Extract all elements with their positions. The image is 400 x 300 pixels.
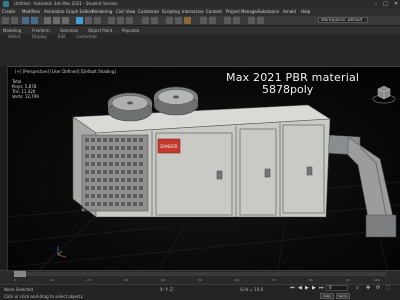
- rendered-frame-window-icon[interactable]: [248, 17, 255, 24]
- material-editor-icon[interactable]: [166, 17, 173, 24]
- move-icon[interactable]: [76, 17, 83, 24]
- menu-modifiers[interactable]: Modifiers: [22, 9, 40, 14]
- coordinate-display[interactable]: X: Y: Z:: [160, 287, 174, 292]
- set-key-button[interactable]: Set K.: [336, 293, 350, 299]
- menu-create[interactable]: Create: [2, 9, 15, 14]
- next-frame-button[interactable]: ▶: [312, 285, 316, 291]
- door-handle: [216, 170, 223, 180]
- orbit-icon[interactable]: ⟳: [376, 285, 380, 291]
- timeline-tick: 30: [124, 278, 128, 282]
- curve-editor-icon[interactable]: [200, 17, 207, 24]
- selection-region-icon[interactable]: [62, 17, 69, 24]
- schematic-view-icon[interactable]: [209, 17, 216, 24]
- perspective-viewport[interactable]: DANGER [+] [Perspective] [User Defined] …: [8, 66, 400, 270]
- menu-scripting[interactable]: Scripting: [162, 9, 180, 14]
- percent-snap-icon[interactable]: [126, 17, 133, 24]
- prompt-line: Click or click-and-drag to select object…: [4, 294, 83, 299]
- timeline-tick: 70: [272, 278, 276, 282]
- minimize-button[interactable]: –: [375, 1, 378, 7]
- timeline-tick: 50: [198, 278, 202, 282]
- selection-status: None Selected: [4, 287, 34, 292]
- warning-sign-text: DANGER: [160, 144, 177, 149]
- fan-left: [107, 92, 153, 122]
- close-button[interactable]: ✕: [394, 1, 398, 7]
- scene-explorer-icon[interactable]: [224, 17, 231, 24]
- link-icon[interactable]: [22, 17, 29, 24]
- mirror-icon[interactable]: [142, 17, 149, 24]
- ribbon-tab-modeling[interactable]: Modeling: [3, 28, 21, 33]
- timeline-tick: 0: [14, 278, 16, 282]
- angle-snap-icon[interactable]: [117, 17, 124, 24]
- pan-icon[interactable]: ✥: [366, 285, 370, 291]
- overlay-polycount: 5878poly: [262, 83, 314, 96]
- window-title: Untitled - Autodesk 3ds Max 2021 - Stude…: [14, 1, 118, 6]
- render-setup-icon[interactable]: [175, 17, 182, 24]
- render-icon[interactable]: [184, 17, 191, 24]
- timeline-tick: 40: [161, 278, 165, 282]
- menu-rendering[interactable]: Rendering: [92, 9, 112, 14]
- workspace-dropdown[interactable]: Workspaces: Default: [318, 17, 368, 23]
- menu-civil-view[interactable]: Civil View: [116, 9, 135, 14]
- maximize-viewport-icon[interactable]: ⛶: [386, 285, 390, 291]
- grid-size: Grid = 10.0: [240, 287, 264, 292]
- menu-project-manager[interactable]: Project Manager: [226, 9, 259, 14]
- timeline-tick: 10: [50, 278, 54, 282]
- unlink-icon[interactable]: [31, 17, 38, 24]
- window-controls: – □ ✕: [375, 1, 398, 7]
- goto-start-button[interactable]: ⏮: [290, 285, 295, 291]
- layer-explorer-icon[interactable]: [233, 17, 240, 24]
- scene-render: DANGER: [8, 86, 400, 270]
- viewport-label[interactable]: [+] [Perspective] [User Defined] [Defaul…: [15, 69, 116, 74]
- auto-key-button[interactable]: Auto: [320, 293, 334, 299]
- menu-animation[interactable]: Animation: [44, 9, 64, 14]
- statistics-overlay: Total Polys: 5,878 Tris: 11,426 Verts: 1…: [12, 79, 39, 99]
- command-panel-area: [0, 40, 400, 66]
- menu-help[interactable]: Help: [301, 9, 310, 14]
- ribbon-tab-object-paint[interactable]: Object Paint: [88, 28, 112, 33]
- snap-toggle-icon[interactable]: [108, 17, 115, 24]
- scale-icon[interactable]: [94, 17, 101, 24]
- select-by-name-icon[interactable]: [53, 17, 60, 24]
- title-bar: Untitled - Autodesk 3ds Max 2021 - Stude…: [0, 0, 400, 8]
- menu-content[interactable]: Content: [206, 9, 222, 14]
- menu-bar: Create Modifiers Animation Graph Editors…: [0, 8, 400, 16]
- timeline-tick: 80: [309, 278, 313, 282]
- door-handle: [264, 168, 271, 178]
- menu-substance[interactable]: Substance: [258, 9, 279, 14]
- door-handle: [306, 166, 313, 176]
- undo-icon[interactable]: [2, 17, 9, 24]
- align-icon[interactable]: [151, 17, 158, 24]
- goto-end-button[interactable]: ⏭: [319, 285, 324, 291]
- stats-verts: Verts: 12,709: [12, 94, 39, 99]
- maximize-button[interactable]: □: [383, 1, 388, 7]
- timeline-tick: 20: [87, 278, 91, 282]
- timeline-tick: 90: [346, 278, 350, 282]
- zoom-icon[interactable]: ⌕: [356, 285, 359, 291]
- ribbon: Modeling Freeform Selection Object Paint…: [0, 25, 400, 34]
- prev-frame-button[interactable]: ◀: [298, 285, 302, 291]
- redo-icon[interactable]: [11, 17, 18, 24]
- play-button[interactable]: ▶: [305, 285, 309, 291]
- render-production-icon[interactable]: [257, 17, 264, 24]
- viewcube-icon[interactable]: [372, 81, 396, 105]
- timeline-tick: 100: [374, 278, 380, 282]
- time-slider-track[interactable]: [14, 272, 386, 276]
- viewport-layouts-strip[interactable]: [0, 66, 8, 270]
- ribbon-tab-selection[interactable]: Selection: [60, 28, 78, 33]
- menu-customize[interactable]: Customize: [138, 9, 159, 14]
- fan-right: [153, 86, 199, 116]
- ribbon-tab-freeform[interactable]: Freeform: [32, 28, 50, 33]
- select-object-icon[interactable]: [44, 17, 51, 24]
- menu-graph-editors[interactable]: Graph Editors: [66, 9, 93, 14]
- timeline[interactable]: 0 10 20 30 40 50 60 70 80 90 100: [0, 270, 400, 284]
- time-slider-thumb[interactable]: [14, 271, 26, 277]
- menu-interactive[interactable]: Interactive: [182, 9, 204, 14]
- current-frame-field[interactable]: 0: [326, 285, 348, 291]
- rotate-icon[interactable]: [85, 17, 92, 24]
- menu-arnold[interactable]: Arnold: [283, 9, 296, 14]
- app-logo-icon[interactable]: [3, 1, 9, 7]
- axis-tripod-icon: [57, 246, 67, 258]
- ribbon-tab-populate[interactable]: Populate: [122, 28, 139, 33]
- timeline-tick: 60: [235, 278, 239, 282]
